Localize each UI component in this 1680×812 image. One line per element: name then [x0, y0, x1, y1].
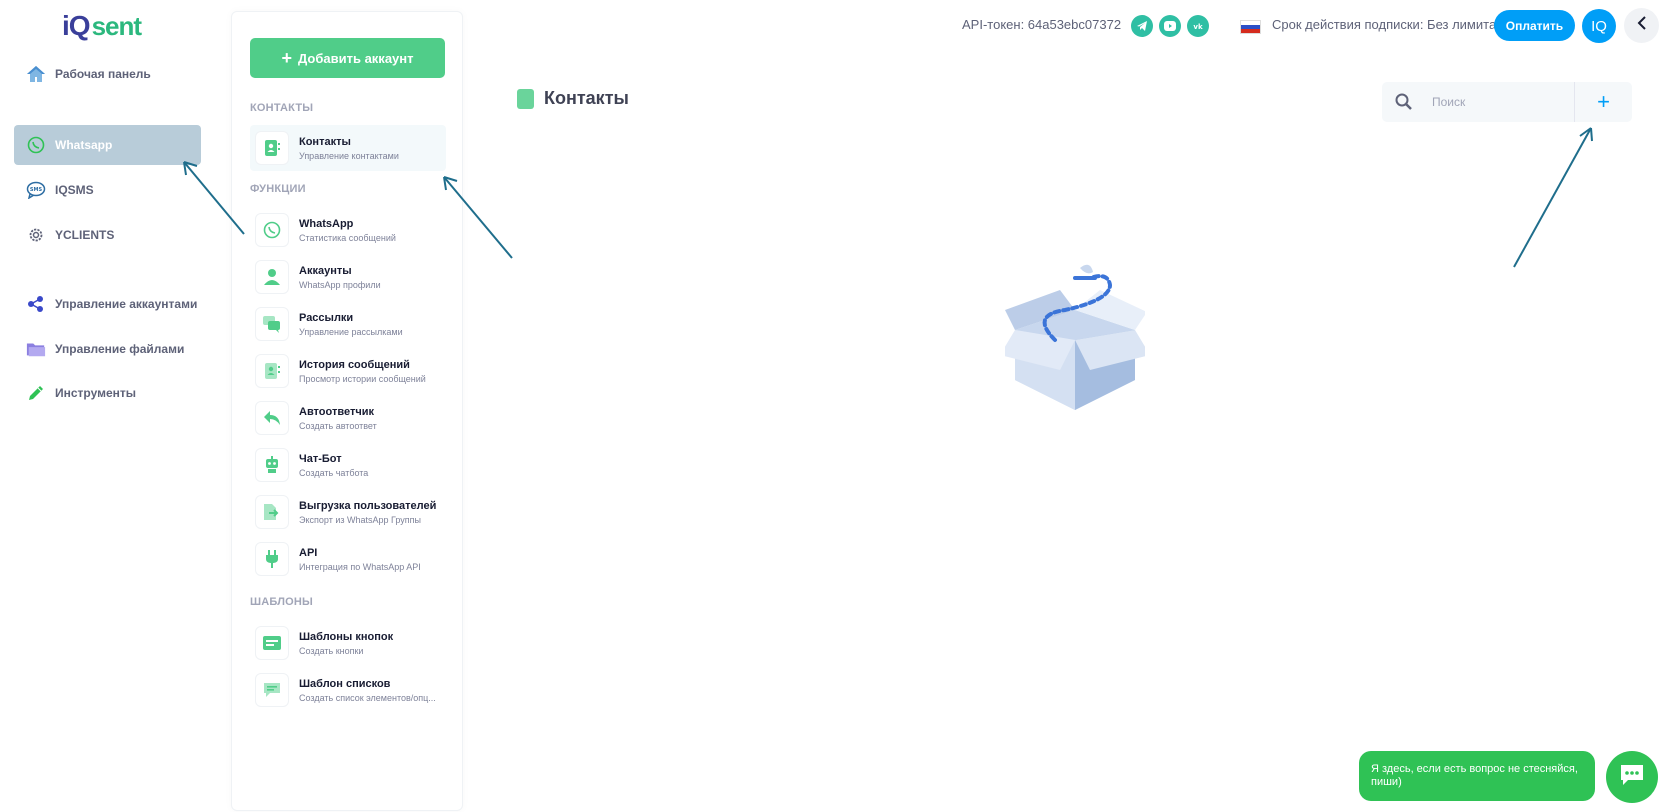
chat-greeting[interactable]: Я здесь, если есть вопрос не стесняйся, …: [1359, 751, 1595, 801]
arrow-to-contacts: [443, 176, 513, 259]
arrow-to-whatsapp: [183, 161, 245, 235]
annotation-arrows: [183, 127, 1593, 268]
arrow-to-add-contact: [1513, 127, 1592, 268]
chat-button[interactable]: [1606, 751, 1658, 803]
chat-icon: [1619, 763, 1645, 792]
